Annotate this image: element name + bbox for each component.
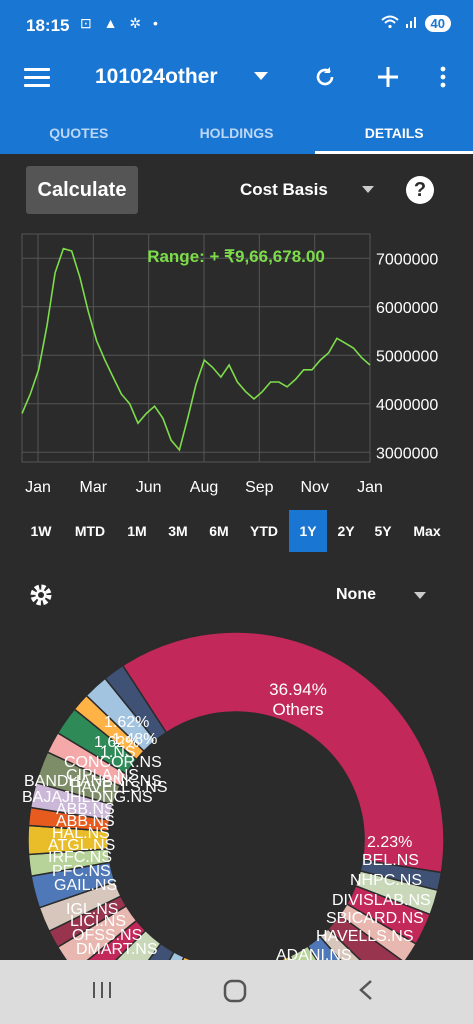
others-label: Others [272,700,323,719]
donut-label: DMART.NS [76,941,158,958]
menu-icon[interactable] [24,68,50,88]
basis-select[interactable]: Cost Basis [240,180,328,200]
basis-dropdown-icon[interactable] [362,186,374,193]
others-percent: 36.94% [269,680,327,699]
status-right: 40 [380,15,451,32]
x-tick-label: Nov [300,479,328,496]
status-time: 18:15 [26,16,70,35]
settings-gear-icon[interactable] [28,582,54,615]
donut-label: GAIL.NS [54,877,117,894]
range-button-6m[interactable]: 6M [198,510,240,552]
tab-holdings[interactable]: HOLDINGS [158,108,316,154]
range-button-5y[interactable]: 5Y [364,510,402,552]
y-tick-label: 3000000 [376,445,438,462]
donut-label: 1.62% [104,714,149,731]
range-button-2y[interactable]: 2Y [330,510,362,552]
range-title: Range: + ₹9,66,678.00 [147,247,325,266]
wifi-icon [380,15,399,32]
donut-label: DIVISLAB.NS [332,892,431,909]
x-tick-label: Mar [80,479,108,496]
time-range-selector: 1W MTD 1M 3M 6M YTD 1Y 2Y 5Y Max [0,510,473,552]
range-button-1w[interactable]: 1W [18,510,64,552]
range-button-1m[interactable]: 1M [116,510,158,552]
range-button-1y[interactable]: 1Y [289,510,327,552]
y-tick-label: 4000000 [376,397,438,414]
x-tick-label: Sep [245,479,274,496]
portfolio-dropdown-icon[interactable] [254,72,268,80]
series-line [21,247,371,452]
range-button-ytd[interactable]: YTD [240,510,288,552]
y-tick-label: 5000000 [376,348,438,365]
recent-apps-icon[interactable] [90,978,114,1009]
calculate-button[interactable]: Calculate [26,166,138,214]
donut-label: HAVELLS.NS [316,928,414,945]
allocation-donut-chart: 36.94%Others1.62%1.62%1.48%1.NSCONCOR.NS… [22,631,445,960]
donut-label: BEL.NS [362,852,419,869]
range-button-mtd[interactable]: MTD [64,510,116,552]
notification-icons: ⊡ ▲ ✲ • [80,15,162,31]
range-button-max[interactable]: Max [404,510,450,552]
system-nav-bar [0,960,473,1024]
battery-indicator: 40 [424,15,451,32]
portfolio-name[interactable]: 101024other [95,65,218,89]
grouping-dropdown-icon[interactable] [414,592,426,599]
status-bar: 18:15 ⊡ ▲ ✲ • 40 [0,0,473,50]
home-icon[interactable] [222,978,248,1011]
y-tick-label: 7000000 [376,251,438,268]
donut-label: 2.23% [367,834,412,851]
x-tick-label: Jan [357,479,383,496]
tab-quotes[interactable]: QUOTES [0,108,158,154]
y-tick-label: 6000000 [376,300,438,317]
add-icon[interactable] [373,62,403,92]
grouping-select[interactable]: None [336,586,376,604]
signal-icon [405,15,419,32]
tab-details[interactable]: DETAILS [315,108,473,154]
app-bar: 101024other [0,50,473,108]
tab-bar: QUOTES HOLDINGS DETAILS [0,108,473,154]
plot-frame [21,233,371,463]
donut-label: NHPC.NS [350,872,422,889]
help-icon[interactable]: ? [406,176,434,204]
donut-label: SBICARD.NS [326,910,424,927]
more-options-icon[interactable] [428,62,458,92]
donut-label: ADANI.NS [276,947,352,960]
x-tick-label: Jun [136,479,162,496]
x-tick-label: Aug [190,479,218,496]
range-button-3m[interactable]: 3M [158,510,198,552]
back-icon[interactable] [356,978,376,1009]
portfolio-value-chart: 7000000 6000000 5000000 4000000 3000000 Jan Ma… [21,233,438,496]
x-tick-label: Jan [25,479,51,496]
refresh-icon[interactable] [310,62,340,92]
donut-label: BANDHANBNK.NS [24,773,162,790]
